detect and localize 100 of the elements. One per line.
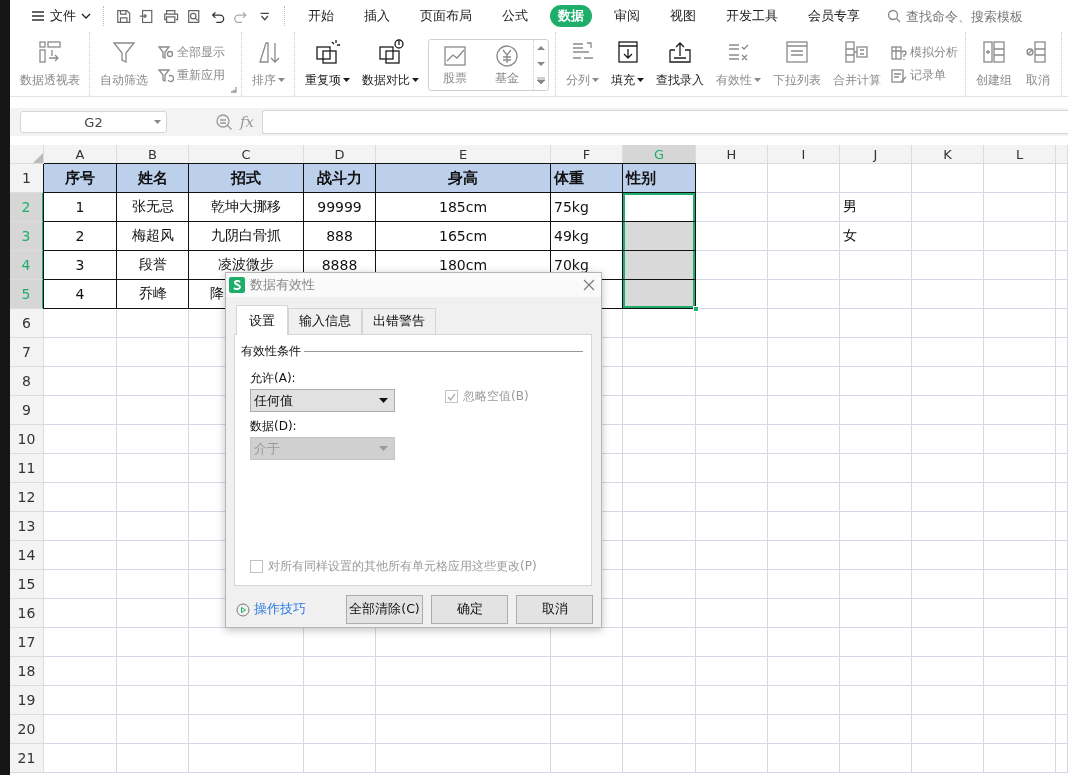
pivot-table-icon [36,38,64,66]
scroll-down-icon[interactable] [537,61,545,67]
row-header[interactable]: 11 [10,454,44,483]
table-cell[interactable]: 梅超风 [117,222,189,251]
header-cell[interactable]: 体重 [551,164,623,193]
overlapping-squares-icon [313,38,342,66]
table-cell[interactable]: 99999 [304,193,376,222]
row-header[interactable]: 17 [10,628,44,657]
header-cell[interactable]: 序号 [44,164,117,193]
dialog-button[interactable]: 取消 [516,595,593,624]
table-cell[interactable]: 乾坤大挪移 [189,193,304,222]
dialog-button[interactable]: 确定 [431,595,508,624]
row-header[interactable]: 9 [10,396,44,425]
ribbon-tab[interactable]: 插入 [355,5,398,27]
table-cell[interactable]: 165cm [376,222,551,251]
scroll-up-icon[interactable] [537,45,545,51]
table-cell[interactable] [623,222,696,251]
menu-icon [31,10,45,22]
column-header[interactable]: I [768,145,840,164]
row-header[interactable]: 16 [10,599,44,628]
ribbon-button[interactable]: 查找录入 [651,35,709,93]
ribbon-tab[interactable]: 审阅 [605,5,648,27]
ribbon-tab[interactable]: 页面布局 [411,5,480,27]
app-icon [229,277,245,293]
column-header[interactable]: L [984,145,1056,164]
close-icon[interactable] [583,279,595,291]
table-cell[interactable]: 3 [44,251,117,280]
table-cell[interactable]: 4 [44,280,117,309]
header-cell[interactable]: 招式 [189,164,304,193]
row-header[interactable]: 14 [10,541,44,570]
help-link[interactable]: 操作技巧 [254,601,306,618]
caret-down-icon [592,78,599,83]
row-header[interactable]: 10 [10,425,44,454]
dialog-launcher-icon[interactable] [230,86,237,93]
row-header[interactable]: 18 [10,657,44,686]
merge-icon [843,38,871,66]
table-cell[interactable] [623,251,696,280]
header-cell[interactable]: 身高 [376,164,551,193]
search-field[interactable]: 查找命令、搜索模板 [903,7,1068,25]
form-edit-icon [891,67,907,84]
overlapping-squares-icon [376,38,405,66]
table-cell[interactable]: 888 [304,222,376,251]
zoom-icon[interactable] [215,113,233,131]
dropdown-list-icon [783,38,811,66]
header-cell[interactable]: 性别 [623,164,696,193]
column-header[interactable]: H [696,145,768,164]
column-header[interactable]: J [840,145,912,164]
formula-input[interactable] [262,110,1068,134]
ribbon-tab[interactable]: 公式 [493,5,536,27]
column-header[interactable]: K [912,145,984,164]
dialog-tab[interactable]: 出错警告 [362,308,436,334]
caret-down-icon [379,446,388,451]
header-cell[interactable]: 战斗力 [304,164,376,193]
ribbon-button[interactable]: 重复项 [300,35,355,93]
row-header[interactable]: 19 [10,686,44,715]
table-cell[interactable]: 乔峰 [117,280,189,309]
table-cell[interactable]: 1 [44,193,117,222]
header-cell[interactable]: 姓名 [117,164,189,193]
table-cell[interactable]: 2 [44,222,117,251]
ribbon-tab[interactable]: 开始 [299,5,342,27]
row-header[interactable]: 21 [10,744,44,773]
table-cell[interactable]: 张无忌 [117,193,189,222]
dialog-button[interactable]: 全部清除(C) [346,595,423,624]
row-header[interactable]: 12 [10,483,44,512]
ribbon-tab[interactable]: 会员专享 [799,5,868,27]
file-menu[interactable]: 文件 [27,5,95,27]
table-cell[interactable]: 男 [840,193,912,222]
row-header[interactable]: 15 [10,570,44,599]
caret-down-icon [754,78,761,83]
fill-handle[interactable] [693,306,699,312]
checkbox-label: 忽略空值(B) [463,388,529,405]
row-header[interactable]: 20 [10,715,44,744]
dropdown[interactable]: 任何值 [250,389,395,412]
caret-down-icon [343,78,350,83]
checkbox-label: 对所有同样设置的其他所有单元格应用这些更改(P) [268,558,537,575]
group-icon [980,38,1008,66]
row-header[interactable]: 6 [10,309,44,338]
search-icon[interactable] [886,9,901,23]
ribbon-button[interactable]: 数据对比 [357,35,424,93]
name-box[interactable]: G2 [20,111,167,133]
dialog-tab[interactable]: 输入信息 [288,308,362,334]
field-label: 数据(D): [250,418,298,435]
table-cell[interactable] [623,193,696,222]
table-cell[interactable] [623,280,696,309]
expand-icon[interactable] [537,77,545,85]
section-title: 有效性条件 [241,343,301,360]
row-header[interactable]: 13 [10,512,44,541]
table-cell[interactable]: 女 [840,222,912,251]
field-label: 允许(A): [250,370,297,387]
ribbon-button[interactable]: 填充 [606,35,649,93]
row-header[interactable]: 8 [10,367,44,396]
table-cell[interactable]: 九阴白骨抓 [189,222,304,251]
row-header[interactable]: 1 [10,164,44,193]
ribbon-tab[interactable]: 开发工具 [717,5,786,27]
dialog-tab[interactable]: 设置 [236,305,288,335]
row-header[interactable]: 7 [10,338,44,367]
table-cell[interactable]: 段誉 [117,251,189,280]
caret-down-icon [637,78,644,83]
table-cell[interactable]: 185cm [376,193,551,222]
ribbon-tab[interactable]: 视图 [661,5,704,27]
